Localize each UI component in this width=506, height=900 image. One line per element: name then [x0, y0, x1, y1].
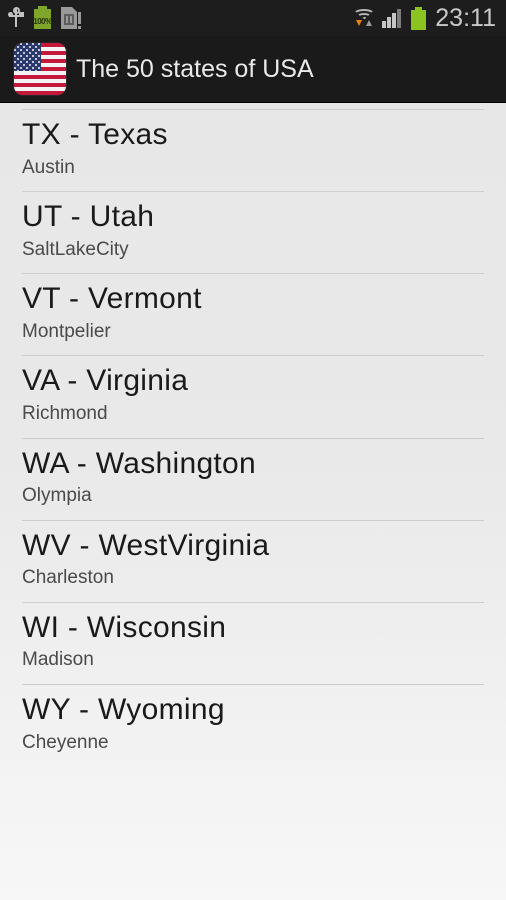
state-capital: Charleston [22, 567, 114, 589]
state-capital: Cheyenne [22, 731, 109, 753]
state-capital: Austin [22, 156, 75, 178]
states-list[interactable]: TX - Texas Austin UT - Utah SaltLakeCity… [0, 103, 506, 900]
state-title: UT - Utah [22, 200, 155, 234]
wifi-icon [353, 7, 376, 29]
phone-screen: 100% 23:11 The 50 states of USA TX - Tex… [0, 0, 506, 900]
cellular-signal-icon [382, 8, 404, 28]
state-title: VT - Vermont [22, 282, 202, 316]
list-item[interactable]: WI - Wisconsin Madison [0, 601, 506, 684]
list-item[interactable]: VA - Virginia Richmond [0, 355, 506, 437]
list-item[interactable]: WY - Wyoming Cheyenne [0, 683, 506, 766]
usb-icon [8, 7, 24, 29]
list-item[interactable]: WA - Washington Olympia [0, 437, 506, 520]
list-item[interactable]: VT - Vermont Montpelier [0, 273, 506, 355]
status-bar-right-icons: 23:11 [353, 3, 496, 32]
status-bar: 100% 23:11 [0, 0, 506, 36]
list-item[interactable]: TX - Texas Austin [0, 109, 506, 191]
list-item[interactable]: UT - Utah SaltLakeCity [0, 191, 506, 273]
state-title: WY - Wyoming [22, 692, 225, 726]
state-capital: Olympia [22, 485, 92, 507]
state-title: WA - Washington [22, 446, 257, 480]
status-bar-clock: 23:11 [435, 3, 496, 32]
battery-icon [411, 6, 427, 30]
status-bar-left-icons: 100% [8, 6, 81, 30]
battery-percent-label: 100% [33, 17, 52, 26]
action-bar: The 50 states of USA [0, 36, 506, 103]
state-capital: Montpelier [22, 320, 111, 342]
state-title: WI - Wisconsin [22, 610, 227, 644]
state-capital: Richmond [22, 403, 108, 425]
battery-percent-icon: 100% [33, 6, 52, 30]
state-title: VA - Virginia [22, 364, 189, 398]
list-item[interactable]: WV - WestVirginia Charleston [0, 519, 506, 602]
page-title: The 50 states of USA [76, 54, 314, 83]
state-capital: Madison [22, 649, 94, 671]
usa-flag-icon [14, 43, 66, 95]
sd-card-warning-icon [61, 7, 81, 29]
state-title: TX - Texas [22, 118, 168, 151]
state-capital: SaltLakeCity [22, 238, 129, 260]
state-title: WV - WestVirginia [22, 528, 270, 562]
